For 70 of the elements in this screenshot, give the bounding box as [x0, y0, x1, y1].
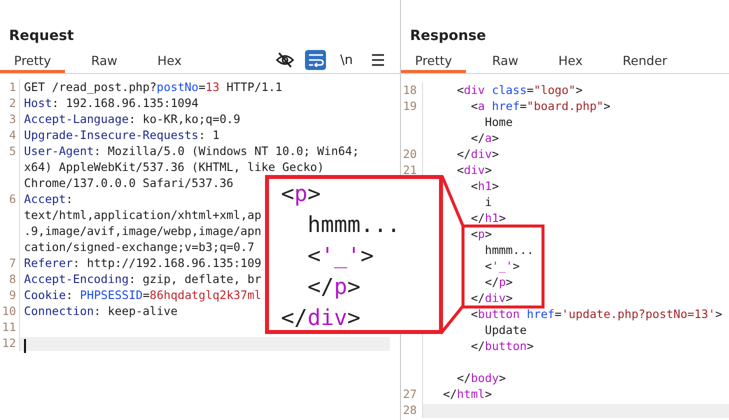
code-line: i [484, 195, 492, 209]
view-tab[interactable]: Render [608, 50, 682, 73]
code-line: hmmm... [306, 212, 402, 240]
code-line: .9,image/avif,image/webp,image/apn [24, 224, 262, 238]
code-line: </div> [456, 147, 499, 161]
code-line: Host: 192.168.96.135:1094 [24, 96, 199, 110]
code-line: Chrome/137.0.0.0 Safari/537.36 [24, 176, 234, 190]
code-line: text/html,application/xhtml+xml,ap [24, 208, 262, 222]
code-line: </div> [470, 291, 513, 305]
code-line: Home [484, 115, 513, 129]
code-line: Accept-Language: ko-KR,ko;q=0.9 [24, 112, 240, 126]
view-tab[interactable]: Hex [544, 50, 597, 73]
line-number: 20 [403, 147, 417, 161]
code-line: <div class="logo"> [456, 83, 583, 97]
word-wrap-icon[interactable] [305, 50, 326, 70]
view-tab[interactable]: Pretty [401, 50, 466, 73]
code-line: <a href="board.php"> [470, 99, 611, 113]
view-tab[interactable]: Raw [478, 50, 532, 73]
code-line: Accept: [24, 192, 73, 206]
code-line: Update [484, 323, 527, 337]
code-line: Upgrade-Insecure-Requests: 1 [24, 128, 220, 142]
code-line: <div> [456, 163, 492, 177]
code-line: </div> [281, 305, 362, 333]
line-number: 19 [403, 99, 417, 113]
line-number: 10 [2, 304, 16, 318]
line-number: 27 [403, 387, 417, 401]
line-number: 2 [9, 96, 16, 110]
code-line: </body> [456, 371, 506, 385]
line-number: 4 [9, 128, 16, 142]
text-cursor [24, 338, 26, 353]
code-line: <'_'> [306, 243, 375, 271]
pane-title: Request [8, 27, 75, 46]
code-line: Connection: keep-alive [24, 304, 178, 318]
line-number: 18 [403, 83, 417, 97]
line-number: 1 [9, 80, 16, 94]
line-number: 5 [9, 144, 16, 158]
code-line: </a> [470, 131, 499, 145]
view-tab[interactable]: Hex [143, 50, 196, 73]
code-line: Referer: http://192.168.96.135:109 [24, 256, 262, 270]
code-line: </h1> [470, 211, 506, 225]
code-line: <'_'> [484, 259, 520, 273]
pane-title: Response [409, 27, 488, 46]
code-line: </button> [470, 339, 534, 353]
code-line: x64) AppleWebKit/537.36 (KHTML, like Gecko) [24, 160, 324, 174]
line-number: 3 [9, 112, 16, 126]
view-tab[interactable]: Raw [77, 50, 132, 73]
code-line: hmmm... [484, 243, 534, 257]
view-tab[interactable]: Pretty [0, 50, 66, 73]
line-number: 12 [2, 336, 16, 350]
line-number: 8 [9, 272, 16, 286]
code-line: </p> [306, 274, 362, 302]
code-line: Cookie: PHPSESSID=86hqdatglq2k37ml [24, 288, 262, 302]
line-number: 21 [403, 163, 417, 177]
line-number: 9 [9, 288, 16, 302]
code-line: <button href='update.php?postNo=13'> [470, 307, 722, 321]
code-line: GET /read_post.php?postNo=13 HTTP/1.1 [24, 80, 282, 94]
line-number: 6 [9, 192, 16, 206]
code-line: <h1> [470, 179, 499, 193]
code-line: </html> [442, 387, 492, 401]
code-line: </p> [484, 275, 513, 289]
code-line: <p> [281, 181, 322, 209]
eye-slash-icon[interactable] [274, 50, 295, 70]
code-line: <p> [470, 227, 492, 241]
code-line: cation/signed-exchange;v=b3;q=0.7 [24, 240, 254, 254]
line-number: 11 [2, 320, 16, 334]
code-line: User-Agent: Mozilla/5.0 (Windows NT 10.0; Win64; [24, 144, 360, 158]
code-line: Accept-Encoding: gzip, deflate, br [24, 272, 262, 286]
newline-toggle[interactable]: \n [336, 50, 357, 70]
line-number: 7 [9, 256, 16, 270]
line-number: 28 [403, 403, 417, 417]
